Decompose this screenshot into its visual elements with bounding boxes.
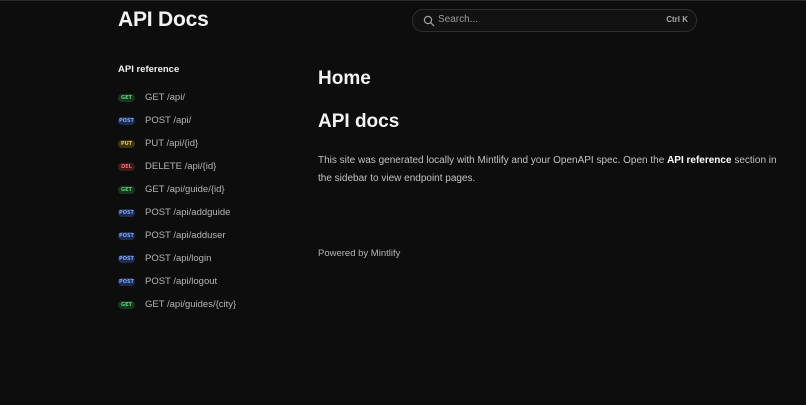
search-shortcut: Ctrl K xyxy=(666,15,688,24)
sidebar-section-title: API reference xyxy=(118,64,180,75)
method-badge: POST xyxy=(118,208,135,217)
sidebar-item-post[interactable]: POST POST /api/logout xyxy=(118,270,236,293)
sidebar-item-get[interactable]: GET GET /api/guide/{id} xyxy=(118,178,236,201)
method-badge: DEL xyxy=(118,162,135,171)
method-badge: PUT xyxy=(118,139,135,148)
search-placeholder: Search... xyxy=(438,14,479,25)
method-badge: GET xyxy=(118,185,135,194)
search-bar[interactable]: Search... Ctrl K xyxy=(412,9,697,32)
sidebar-item-label: GET /api/guide/{id} xyxy=(145,184,225,195)
sidebar-item-label: DELETE /api/{id} xyxy=(145,161,217,172)
sidebar-item-label: PUT /api/{id} xyxy=(145,138,199,149)
method-badge: POST xyxy=(118,116,135,125)
sidebar-item-label: POST /api/login xyxy=(145,253,212,264)
intro-paragraph: This site was generated locally with Min… xyxy=(318,152,778,188)
search-icon xyxy=(423,15,435,27)
method-badge: POST xyxy=(118,231,135,240)
api-reference-bold: API reference xyxy=(667,155,732,166)
powered-by-footer: Powered by Mintlify xyxy=(318,248,401,259)
top-border xyxy=(0,0,806,1)
site-logo[interactable]: API Docs xyxy=(118,8,209,32)
sidebar-item-label: POST /api/ xyxy=(145,115,192,126)
sidebar-item-label: POST /api/addguide xyxy=(145,207,231,218)
sidebar-item-label: POST /api/logout xyxy=(145,276,218,287)
sidebar-item-get[interactable]: GET GET /api/guides/{city} xyxy=(118,293,236,316)
sidebar-item-label: POST /api/adduser xyxy=(145,230,226,241)
sidebar-nav: GET GET /api/POST POST /api/PUT PUT /api/{i… xyxy=(118,86,236,316)
intro-text-start: This site was generated locally with Min… xyxy=(318,155,668,166)
section-heading: API docs xyxy=(318,111,400,132)
sidebar-item-post[interactable]: POST POST /api/login xyxy=(118,247,236,270)
sidebar-item-del[interactable]: DEL DELETE /api/{id} xyxy=(118,155,236,178)
method-badge: GET xyxy=(118,93,135,102)
sidebar-item-post[interactable]: POST POST /api/adduser xyxy=(118,224,236,247)
sidebar-item-post[interactable]: POST POST /api/addguide xyxy=(118,201,236,224)
method-badge: POST xyxy=(118,277,135,286)
sidebar-item-get[interactable]: GET GET /api/ xyxy=(118,86,236,109)
sidebar-item-post[interactable]: POST POST /api/ xyxy=(118,109,236,132)
sidebar-item-label: GET /api/ xyxy=(145,92,185,103)
sidebar-item-put[interactable]: PUT PUT /api/{id} xyxy=(118,132,236,155)
page-title: Home xyxy=(318,68,371,89)
method-badge: POST xyxy=(118,254,135,263)
method-badge: GET xyxy=(118,300,135,309)
sidebar-item-label: GET /api/guides/{city} xyxy=(145,299,237,310)
